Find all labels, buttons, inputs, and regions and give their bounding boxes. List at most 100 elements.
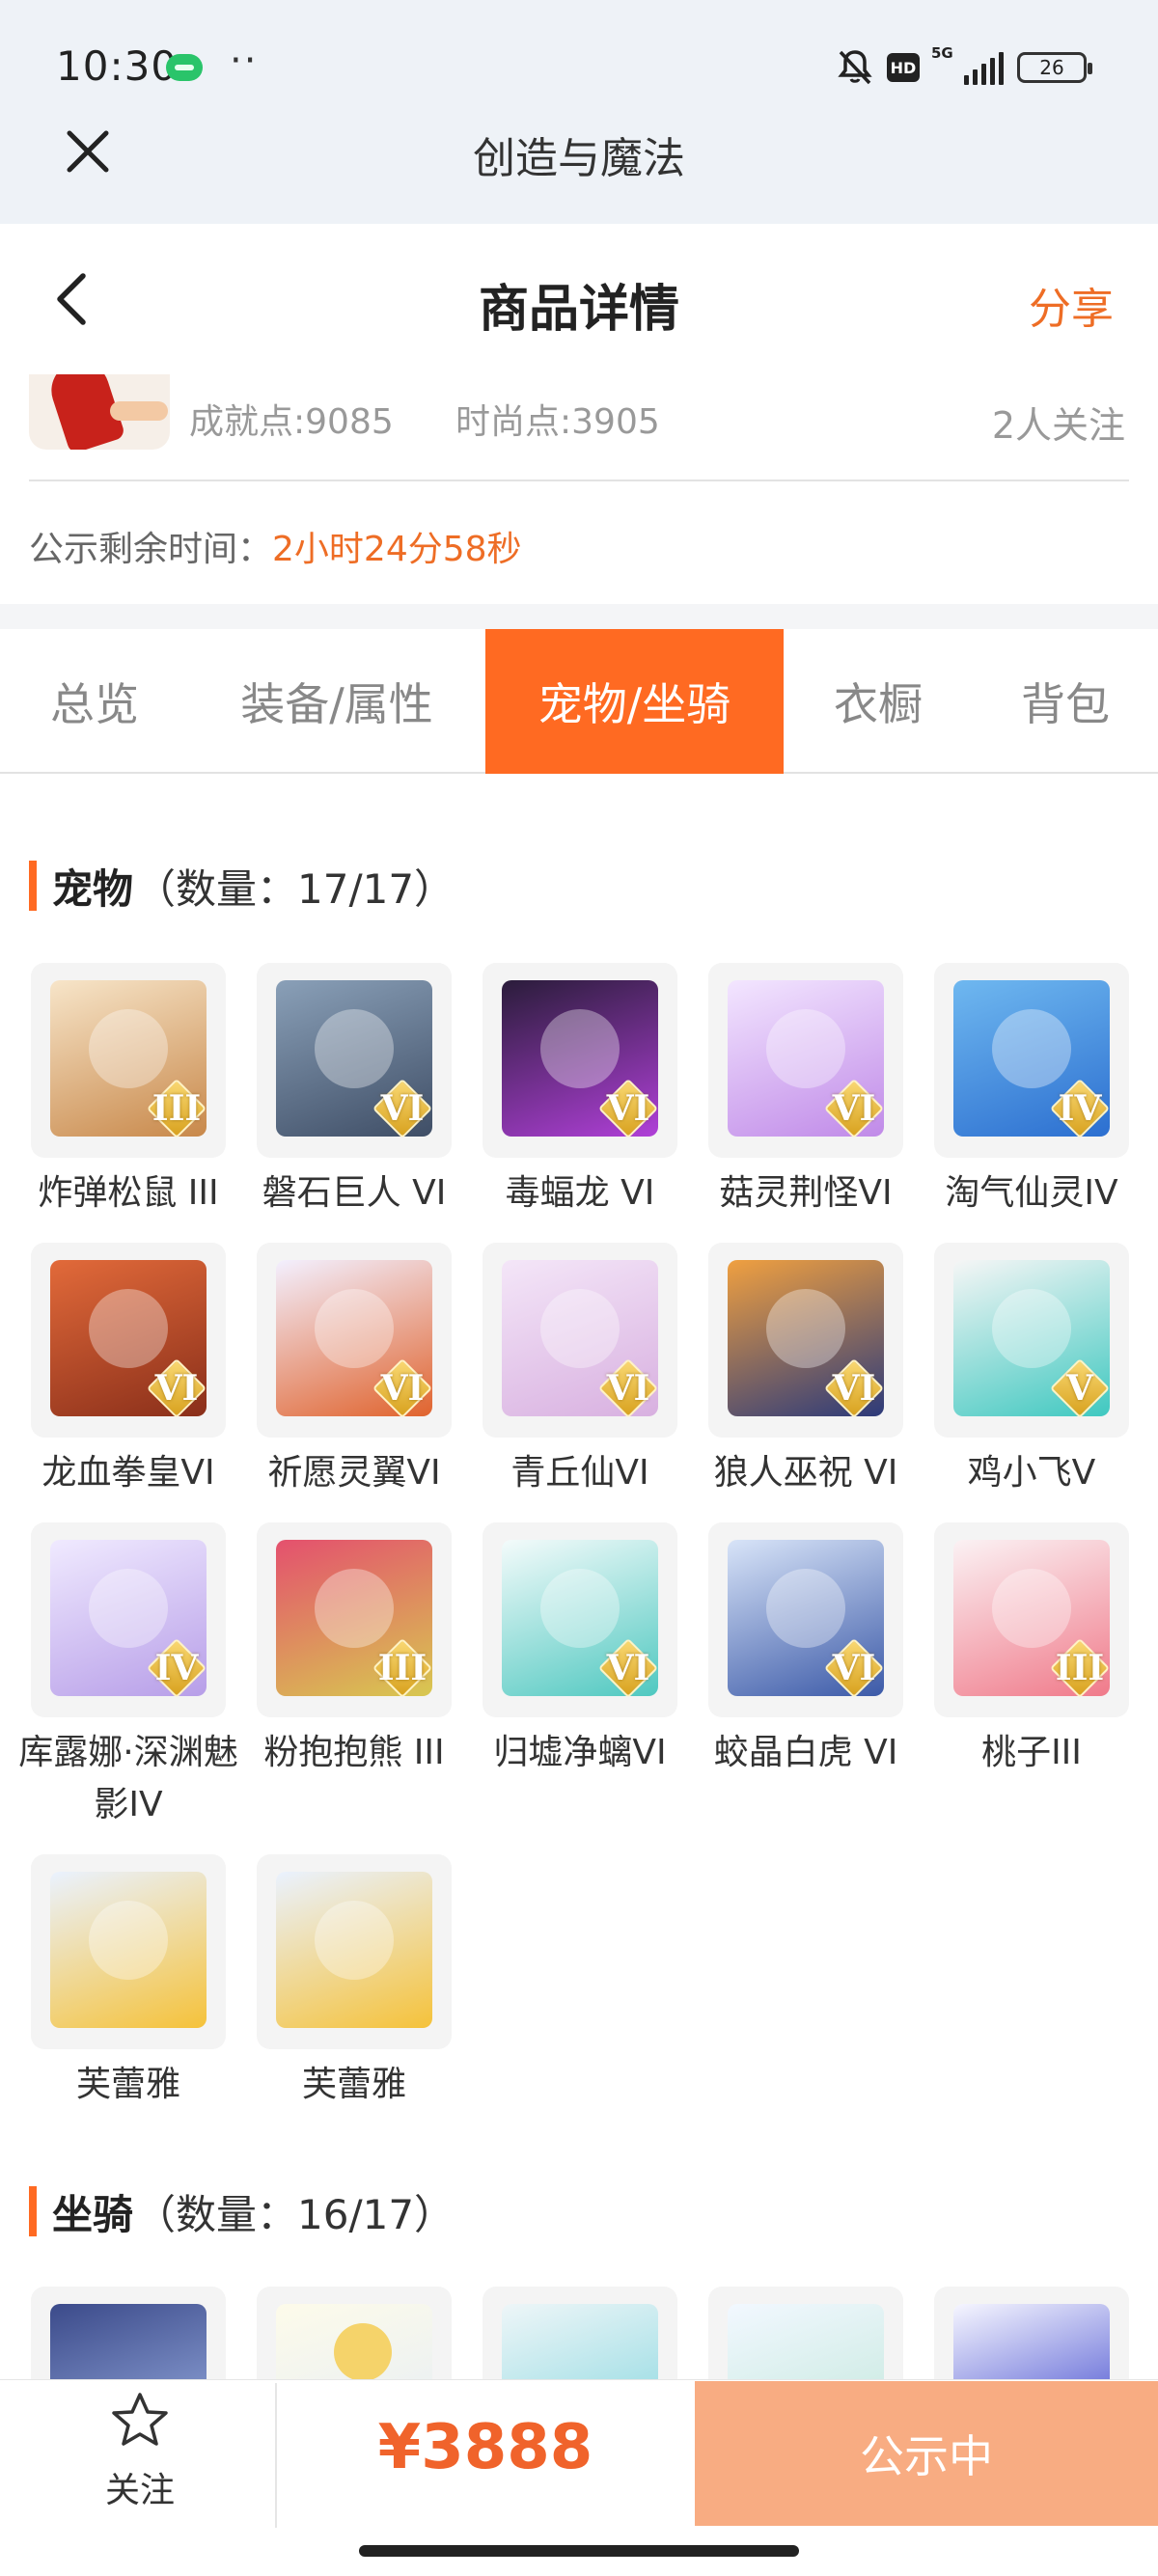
pet-name: 龙血拳皇VI: [41, 1453, 215, 1493]
pet-thumbnail: VI: [482, 963, 677, 1158]
pet-thumbnail: VI: [482, 1522, 677, 1717]
tab-backpack[interactable]: 背包: [973, 629, 1158, 774]
pet-item[interactable]: VI 蛟晶白虎 VI: [708, 1522, 903, 1779]
mount-thumbnail[interactable]: [257, 2287, 452, 2383]
bell-off-icon: [837, 48, 873, 87]
tab-label: 装备/属性: [240, 678, 433, 730]
price: ¥3888: [377, 2412, 593, 2483]
tier-badge-icon: III: [369, 1634, 436, 1702]
pet-name: 淘气仙灵IV: [945, 1173, 1118, 1213]
pet-name: 桃子III: [981, 1733, 1082, 1772]
section-accent: [29, 2186, 37, 2236]
countdown-value: 2小时24分58秒: [272, 530, 522, 569]
pet-thumbnail: [31, 1854, 226, 2049]
page-title: 商品详情: [478, 281, 679, 339]
pet-item[interactable]: III 炸弹松鼠 III: [31, 963, 226, 1219]
share-button[interactable]: 分享: [1029, 274, 1114, 336]
tab-label: 衣橱: [834, 678, 923, 730]
tab-label: 背包: [1021, 678, 1110, 730]
tab-overview[interactable]: 总览: [0, 629, 189, 774]
tab-label: 宠物/坐骑: [538, 678, 731, 730]
mount-thumbnail[interactable]: [934, 2287, 1129, 2383]
mount-thumbnail[interactable]: [708, 2287, 903, 2383]
pet-item[interactable]: VI 祈愿灵翼VI: [257, 1243, 452, 1499]
fashion-points: 时尚点:3905: [455, 402, 660, 442]
wechat-icon: [166, 54, 203, 81]
pet-name: 芙蕾雅: [75, 2065, 180, 2104]
section-name: 坐骑: [52, 2190, 134, 2238]
mount-thumbnail[interactable]: [482, 2287, 677, 2383]
hd-badge: HD: [887, 53, 920, 82]
star-icon: [110, 2391, 170, 2453]
pet-item[interactable]: V 鸡小飞V: [934, 1243, 1129, 1499]
pet-thumbnail: V: [934, 1243, 1129, 1438]
home-indicator[interactable]: [359, 2545, 799, 2557]
pet-item[interactable]: 芙蕾雅: [31, 1854, 226, 2111]
pet-thumbnail: VI: [708, 1522, 903, 1717]
pet-item[interactable]: VI 菇灵荆怪VI: [708, 963, 903, 1219]
pet-thumbnail: VI: [31, 1243, 226, 1438]
pet-item[interactable]: VI 归墟净螭VI: [482, 1522, 677, 1779]
tier-badge-icon: VI: [594, 1075, 662, 1142]
pet-name: 炸弹松鼠 III: [38, 1173, 219, 1213]
pet-item[interactable]: VI 毒蝠龙 VI: [482, 963, 677, 1219]
pet-name: 鸡小飞V: [967, 1453, 1096, 1493]
tab-label: 总览: [50, 678, 139, 730]
tab-equipment[interactable]: 装备/属性: [189, 629, 484, 774]
section-count: （数量：17/17）: [135, 864, 455, 913]
pet-thumbnail: III: [934, 1522, 1129, 1717]
countdown: 公示剩余时间：2小时24分58秒: [29, 521, 522, 571]
pet-item[interactable]: VI 磐石巨人 VI: [257, 963, 452, 1219]
public-notice-button[interactable]: 公示中: [695, 2381, 1158, 2526]
tier-badge-icon: VI: [594, 1355, 662, 1422]
app-title: 创造与魔法: [473, 134, 685, 183]
tier-badge-icon: III: [143, 1075, 210, 1142]
tier-badge-icon: VI: [820, 1355, 888, 1422]
pet-thumbnail: VI: [257, 1243, 452, 1438]
battery-icon: 26: [1017, 52, 1092, 83]
tier-badge-icon: VI: [369, 1075, 436, 1142]
network-type: 5G: [931, 44, 953, 62]
section-accent: [29, 861, 37, 911]
mount-row: [0, 2287, 1158, 2383]
pet-name: 青丘仙VI: [510, 1453, 649, 1493]
tab-wardrobe[interactable]: 衣橱: [784, 629, 973, 774]
pet-item[interactable]: 芙蕾雅: [257, 1854, 452, 2111]
character-avatar: [29, 374, 170, 450]
pet-item[interactable]: III 粉抱抱熊 III: [257, 1522, 452, 1779]
pet-thumbnail: VI: [257, 963, 452, 1158]
mount-thumbnail[interactable]: [31, 2287, 226, 2383]
pet-name: 磐石巨人 VI: [262, 1173, 447, 1213]
pet-thumbnail: IV: [934, 963, 1129, 1158]
pet-item[interactable]: VI 龙血拳皇VI: [31, 1243, 226, 1499]
watchers-count: 2人关注: [991, 404, 1125, 447]
pet-name: 狼人巫祝 VI: [713, 1453, 898, 1493]
achievement-points: 成就点:9085: [189, 402, 394, 442]
status-icons: HD 5G 26: [837, 44, 1092, 87]
pet-item[interactable]: IV 淘气仙灵IV: [934, 963, 1129, 1219]
pet-name: 库露娜·深渊魅影IV: [18, 1733, 238, 1824]
section-name: 宠物: [52, 864, 134, 913]
tier-badge-icon: V: [1046, 1355, 1114, 1422]
pet-item[interactable]: IV 库露娜·深渊魅影IV: [18, 1522, 238, 1831]
pet-item[interactable]: III 桃子III: [934, 1522, 1129, 1779]
pet-name: 蛟晶白虎 VI: [713, 1733, 898, 1772]
pets-section-title: 宠物 （数量：17/17）: [29, 861, 455, 913]
pet-thumbnail: [257, 1854, 452, 2049]
status-time: 10:30: [56, 42, 179, 90]
pet-thumbnail: VI: [708, 1243, 903, 1438]
tab-pets-mounts[interactable]: 宠物/坐骑: [485, 629, 784, 774]
pet-name: 菇灵荆怪VI: [719, 1173, 893, 1213]
follow-label: 关注: [104, 2471, 175, 2510]
pet-item[interactable]: VI 狼人巫祝 VI: [708, 1243, 903, 1499]
pet-item[interactable]: VI 青丘仙VI: [482, 1243, 677, 1499]
tier-badge-icon: VI: [594, 1634, 662, 1702]
pet-image: [50, 1872, 207, 2028]
pet-thumbnail: III: [257, 1522, 452, 1717]
pet-thumbnail: IV: [31, 1522, 226, 1717]
section-count: （数量：16/17）: [135, 2190, 455, 2238]
battery-level: 26: [1039, 56, 1064, 79]
follow-button[interactable]: 关注: [39, 2391, 241, 2535]
pet-name: 芙蕾雅: [301, 2065, 406, 2104]
pet-thumbnail: III: [31, 963, 226, 1158]
